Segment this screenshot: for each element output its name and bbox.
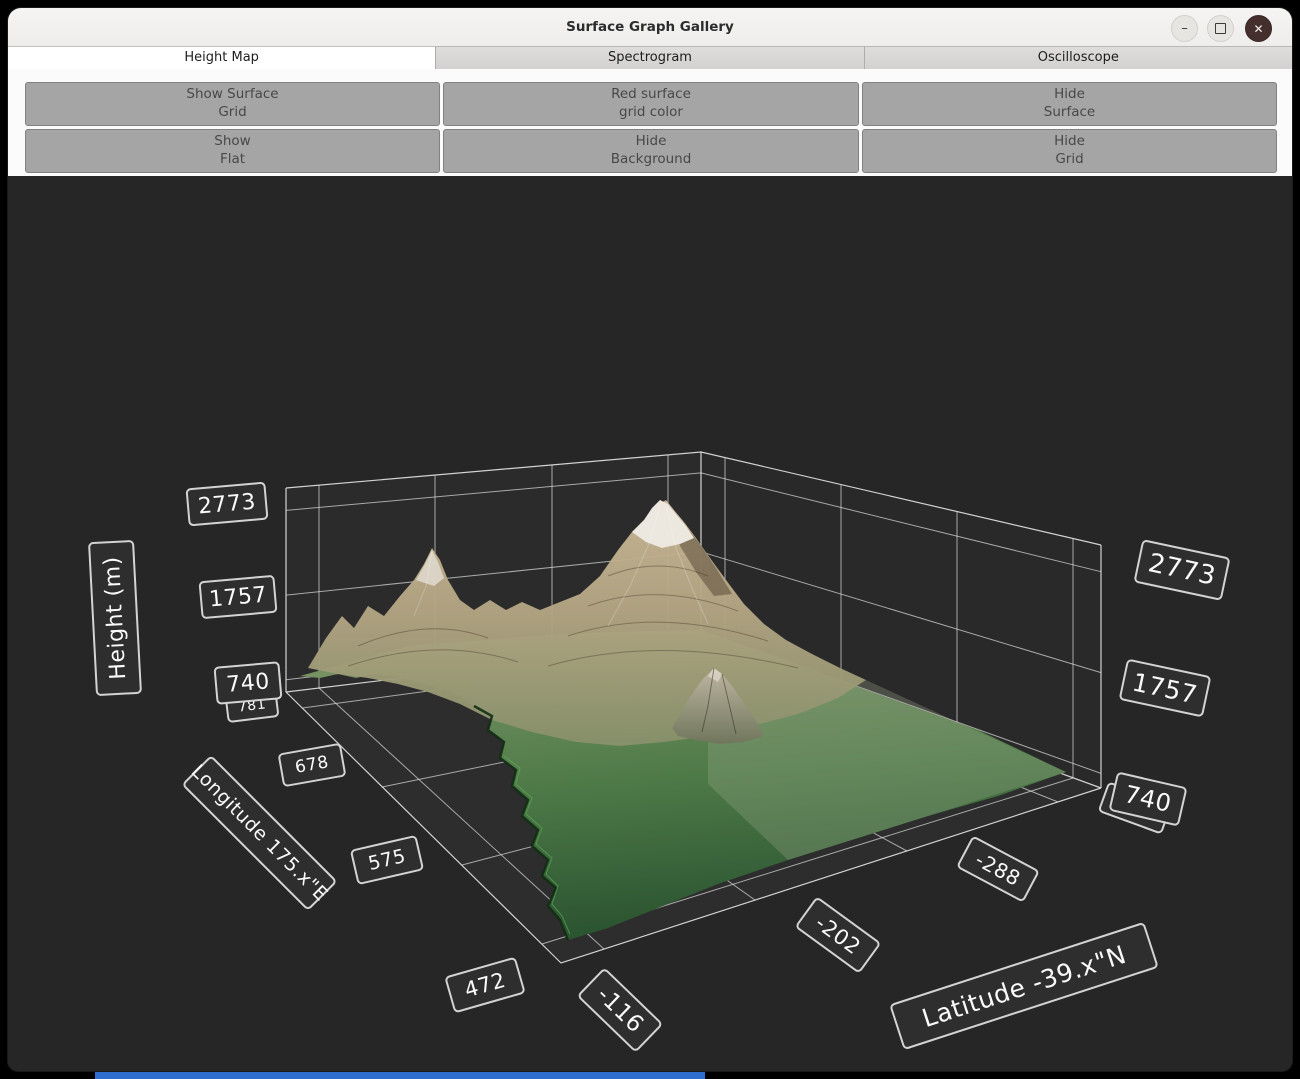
tab-bar: Height Map Spectrogram Oscilloscope bbox=[8, 46, 1292, 70]
button-label: grid color bbox=[619, 104, 683, 122]
minimize-icon: – bbox=[1181, 21, 1188, 36]
button-label: Hide bbox=[636, 133, 667, 151]
button-label: Hide bbox=[1054, 133, 1085, 151]
button-label: Show Surface bbox=[186, 86, 278, 104]
button-label: Flat bbox=[220, 151, 245, 169]
button-label: Grid bbox=[1055, 151, 1083, 169]
button-label: Show bbox=[214, 133, 250, 151]
surface-chart-viewport[interactable]: Height (m) 2773 1757 740 781 Longitude 1… bbox=[8, 176, 1292, 1071]
control-panel: Show Surface Grid Red surface grid color… bbox=[8, 69, 1292, 176]
hide-surface-button[interactable]: Hide Surface bbox=[862, 82, 1277, 126]
height-axis-title: Height (m) bbox=[88, 540, 142, 696]
height-tick-left-740: 740 bbox=[213, 661, 282, 705]
titlebar[interactable]: Surface Graph Gallery – ✕ bbox=[8, 8, 1292, 47]
hide-grid-button[interactable]: Hide Grid bbox=[862, 129, 1277, 173]
close-button[interactable]: ✕ bbox=[1245, 15, 1272, 42]
button-label: Red surface bbox=[611, 86, 691, 104]
button-label: Surface bbox=[1044, 104, 1095, 122]
maximize-button[interactable] bbox=[1207, 15, 1234, 42]
minimize-button[interactable]: – bbox=[1171, 15, 1198, 42]
height-tick-left-2773: 2773 bbox=[185, 482, 268, 527]
maximize-icon bbox=[1215, 23, 1226, 34]
tab-oscilloscope[interactable]: Oscilloscope bbox=[865, 46, 1292, 70]
tab-spectrogram[interactable]: Spectrogram bbox=[436, 46, 864, 70]
height-tick-left-1757: 1757 bbox=[198, 575, 277, 619]
close-icon: ✕ bbox=[1253, 22, 1263, 36]
button-label: Background bbox=[611, 151, 692, 169]
button-label: Grid bbox=[218, 104, 246, 122]
button-label: Hide bbox=[1054, 86, 1085, 104]
background-accent-strip bbox=[95, 1072, 705, 1079]
app-window: Surface Graph Gallery – ✕ Height Map Spe… bbox=[8, 8, 1292, 1071]
window-title: Surface Graph Gallery bbox=[8, 8, 1292, 46]
show-flat-button[interactable]: Show Flat bbox=[25, 129, 440, 173]
hide-background-button[interactable]: Hide Background bbox=[443, 129, 859, 173]
tab-height-map[interactable]: Height Map bbox=[8, 46, 436, 70]
grid-color-button[interactable]: Red surface grid color bbox=[443, 82, 859, 126]
toggle-surface-grid-button[interactable]: Show Surface Grid bbox=[25, 82, 440, 126]
